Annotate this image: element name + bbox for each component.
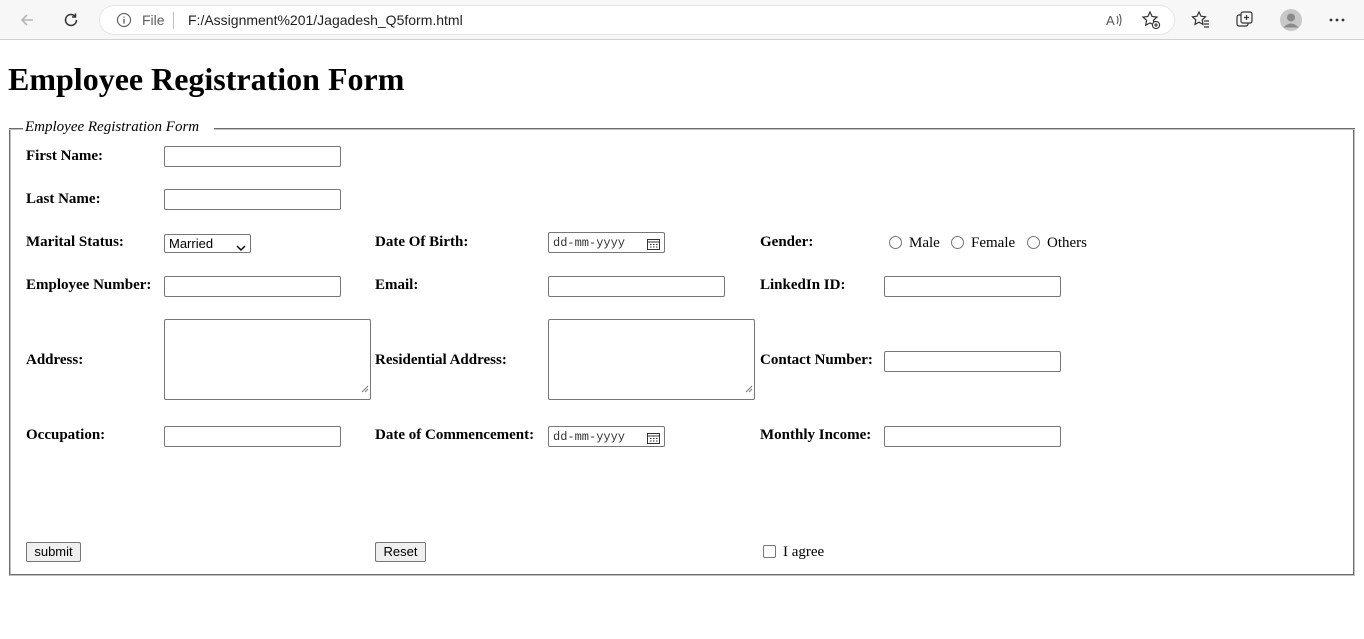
resize-grip-icon[interactable] xyxy=(361,380,369,398)
svg-text:A: A xyxy=(1106,13,1115,28)
gender-male-label: Male xyxy=(909,235,940,251)
dob-label: Date Of Birth: xyxy=(375,234,469,250)
chevron-down-icon xyxy=(236,240,246,255)
dob-placeholder: dd-mm-yyyy xyxy=(553,236,626,250)
add-favorite-icon[interactable] xyxy=(1139,8,1163,32)
last-name-input[interactable] xyxy=(164,189,341,210)
reset-button[interactable]: Reset xyxy=(375,542,426,562)
address-label: Address: xyxy=(26,352,84,368)
residential-address-label: Residential Address: xyxy=(375,352,507,368)
gender-others-radio[interactable] xyxy=(1027,236,1040,249)
commencement-date-input[interactable]: dd-mm-yyyy xyxy=(548,426,665,447)
file-scheme-label: File xyxy=(142,12,165,28)
linkedin-label: LinkedIn ID: xyxy=(760,277,846,293)
marital-status-select[interactable]: Married xyxy=(164,234,251,253)
first-name-label: First Name: xyxy=(26,148,104,164)
commencement-label: Date of Commencement: xyxy=(375,427,535,443)
marital-status-value: Married xyxy=(169,236,214,251)
fieldset-border-right xyxy=(214,128,1355,130)
address-textarea[interactable] xyxy=(164,319,371,400)
address-divider xyxy=(173,12,174,29)
occupation-label: Occupation: xyxy=(26,427,106,443)
address-bar[interactable]: File F:/Assignment%201/Jagadesh_Q5form.h… xyxy=(99,5,1175,35)
employee-number-label: Employee Number: xyxy=(26,277,152,293)
last-name-label: Last Name: xyxy=(26,191,101,207)
url-text[interactable]: F:/Assignment%201/Jagadesh_Q5form.html xyxy=(188,12,463,28)
occupation-input[interactable] xyxy=(164,426,341,447)
email-input[interactable] xyxy=(548,276,725,297)
monthly-income-label: Monthly Income: xyxy=(760,427,872,443)
resize-grip-icon[interactable] xyxy=(745,380,753,398)
gender-female-label: Female xyxy=(971,235,1016,251)
fieldset-legend: Employee Registration Form xyxy=(25,119,200,135)
monthly-income-input[interactable] xyxy=(884,426,1061,447)
employee-number-input[interactable] xyxy=(164,276,341,297)
agree-label: I agree xyxy=(783,544,825,560)
back-arrow-icon[interactable] xyxy=(13,6,41,34)
favorites-icon[interactable] xyxy=(1189,8,1213,32)
email-label: Email: xyxy=(375,277,419,293)
read-aloud-icon[interactable]: A xyxy=(1102,8,1126,32)
first-name-input[interactable] xyxy=(164,146,341,167)
calendar-icon[interactable] xyxy=(647,237,660,255)
more-menu-icon[interactable] xyxy=(1325,8,1349,32)
contact-number-label: Contact Number: xyxy=(760,352,873,368)
page-title: Employee Registration Form xyxy=(8,61,405,97)
browser-toolbar: File F:/Assignment%201/Jagadesh_Q5form.h… xyxy=(0,0,1364,40)
linkedin-input[interactable] xyxy=(884,276,1061,297)
agree-checkbox[interactable] xyxy=(763,545,776,558)
commencement-placeholder: dd-mm-yyyy xyxy=(553,430,626,444)
calendar-icon[interactable] xyxy=(647,431,660,449)
gender-female-radio[interactable] xyxy=(951,236,964,249)
gender-others-label: Others xyxy=(1047,235,1087,251)
gender-label: Gender: xyxy=(760,234,814,250)
gender-male-radio[interactable] xyxy=(889,236,902,249)
dob-input[interactable]: dd-mm-yyyy xyxy=(548,232,665,253)
fieldset-border-left xyxy=(9,128,23,130)
info-icon[interactable] xyxy=(116,12,132,33)
residential-address-textarea[interactable] xyxy=(548,319,755,400)
profile-avatar-icon[interactable] xyxy=(1279,8,1303,32)
submit-button[interactable]: submit xyxy=(26,542,81,562)
collections-icon[interactable] xyxy=(1233,8,1257,32)
refresh-icon[interactable] xyxy=(57,6,85,34)
contact-number-input[interactable] xyxy=(884,351,1061,372)
marital-status-label: Marital Status: xyxy=(26,234,124,250)
